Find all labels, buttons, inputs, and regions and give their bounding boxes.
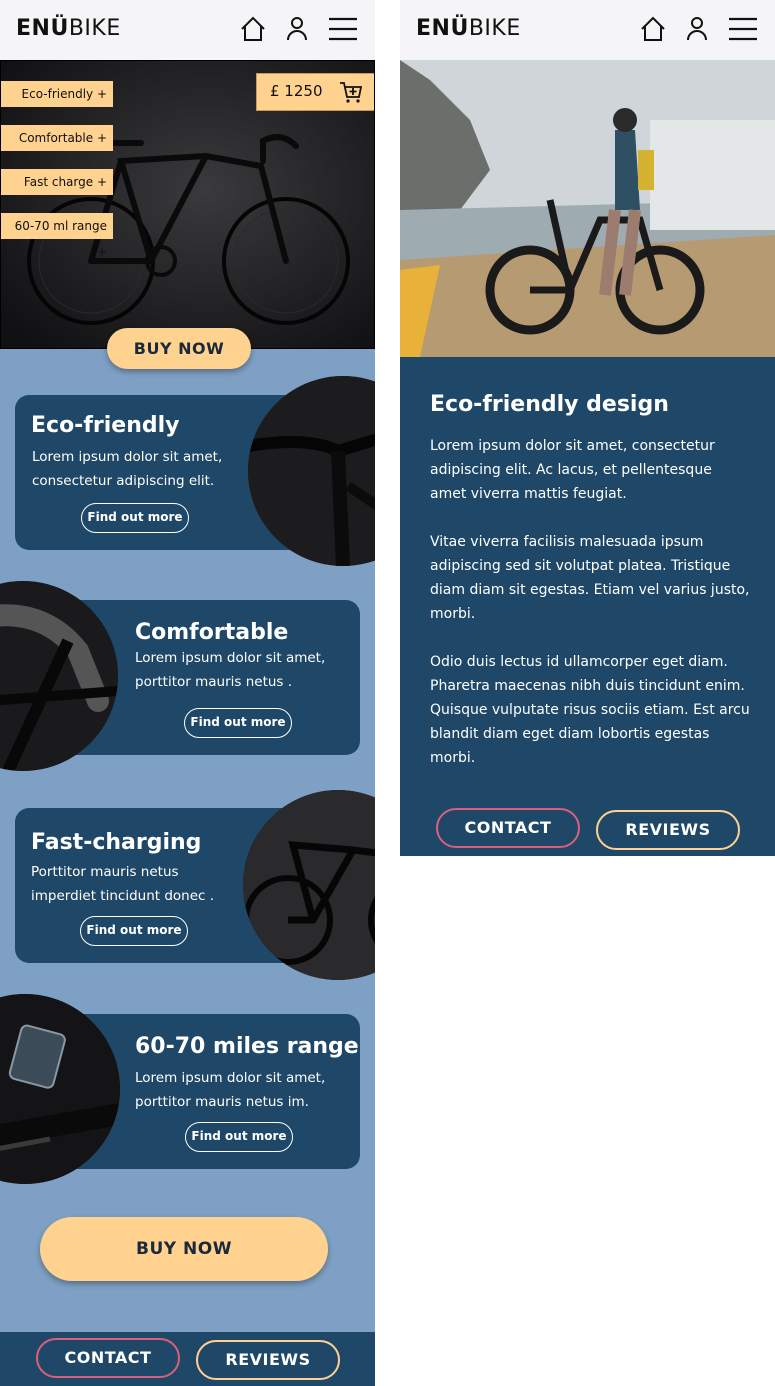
find-out-more-button[interactable]: Find out more: [80, 916, 188, 946]
tag-fast-charge[interactable]: Fast charge +: [1, 169, 113, 195]
add-to-cart-icon[interactable]: [339, 80, 363, 104]
logo-light-part: BIKE: [468, 16, 521, 41]
user-icon[interactable]: [282, 14, 312, 44]
find-out-more-button[interactable]: Find out more: [185, 1122, 293, 1152]
app-footer: CONTACT REVIEWS: [0, 1332, 375, 1386]
brand-logo[interactable]: ENÜBIKE: [16, 16, 121, 41]
app-header: ENÜBIKE: [0, 0, 375, 60]
hero-product: Eco-friendly + Comfortable + Fast charge…: [0, 60, 375, 349]
feature-title: Fast-charging: [31, 830, 202, 855]
buy-now-button[interactable]: BUY NOW: [107, 328, 251, 369]
contact-button[interactable]: CONTACT: [36, 1338, 180, 1378]
feature-text: Lorem ipsum dolor sit amet, porttitor ma…: [135, 1070, 326, 1110]
tag-range[interactable]: 60-70 ml range +: [1, 213, 113, 259]
find-out-more-button[interactable]: Find out more: [184, 708, 292, 738]
price-value: £ 1250: [270, 82, 323, 100]
feature-title: Eco-friendly: [31, 413, 180, 438]
detail-paragraph: Odio duis lectus id ullamcorper eget dia…: [430, 654, 750, 766]
feature-text: Lorem ipsum dolor sit amet, consectetur …: [32, 449, 223, 489]
contact-button[interactable]: CONTACT: [436, 808, 580, 848]
rider-photo: [400, 60, 775, 357]
brand-logo[interactable]: ENÜBIKE: [416, 16, 521, 41]
menu-icon[interactable]: [328, 14, 358, 44]
logo-bold-part: ENÜ: [416, 16, 469, 41]
logo-bold-part: ENÜ: [16, 16, 69, 41]
tag-comfortable[interactable]: Comfortable +: [1, 125, 113, 151]
detail-title: Eco-friendly design: [430, 392, 669, 417]
user-icon[interactable]: [682, 14, 712, 44]
detail-paragraph: Lorem ipsum dolor sit amet, consectetur …: [430, 438, 715, 502]
buy-now-bottom-button[interactable]: BUY NOW: [40, 1217, 328, 1281]
app-header: ENÜBIKE: [400, 0, 775, 60]
logo-light-part: BIKE: [68, 16, 121, 41]
product-screen: ENÜBIKE Eco-friendly + Comfortable + Fas…: [0, 0, 375, 1386]
home-icon[interactable]: [238, 14, 268, 44]
feature-title: Comfortable: [135, 620, 289, 645]
find-out-more-button[interactable]: Find out more: [81, 503, 189, 533]
tag-eco-friendly[interactable]: Eco-friendly +: [1, 81, 113, 107]
reviews-button[interactable]: REVIEWS: [196, 1340, 340, 1380]
reviews-button[interactable]: REVIEWS: [596, 810, 740, 850]
feature-text: Lorem ipsum dolor sit amet, porttitor ma…: [135, 650, 326, 690]
feature-text: Porttitor mauris netus imperdiet tincidu…: [31, 864, 215, 904]
menu-icon[interactable]: [728, 14, 758, 44]
feature-title: 60-70 miles range: [135, 1034, 359, 1059]
price-badge[interactable]: £ 1250: [256, 73, 374, 111]
detail-paragraph: Vitae viverra facilisis malesuada ipsum …: [430, 534, 750, 622]
detail-screen: ENÜBIKE Eco-friendly design Lorem ipsum …: [400, 0, 775, 856]
home-icon[interactable]: [638, 14, 668, 44]
